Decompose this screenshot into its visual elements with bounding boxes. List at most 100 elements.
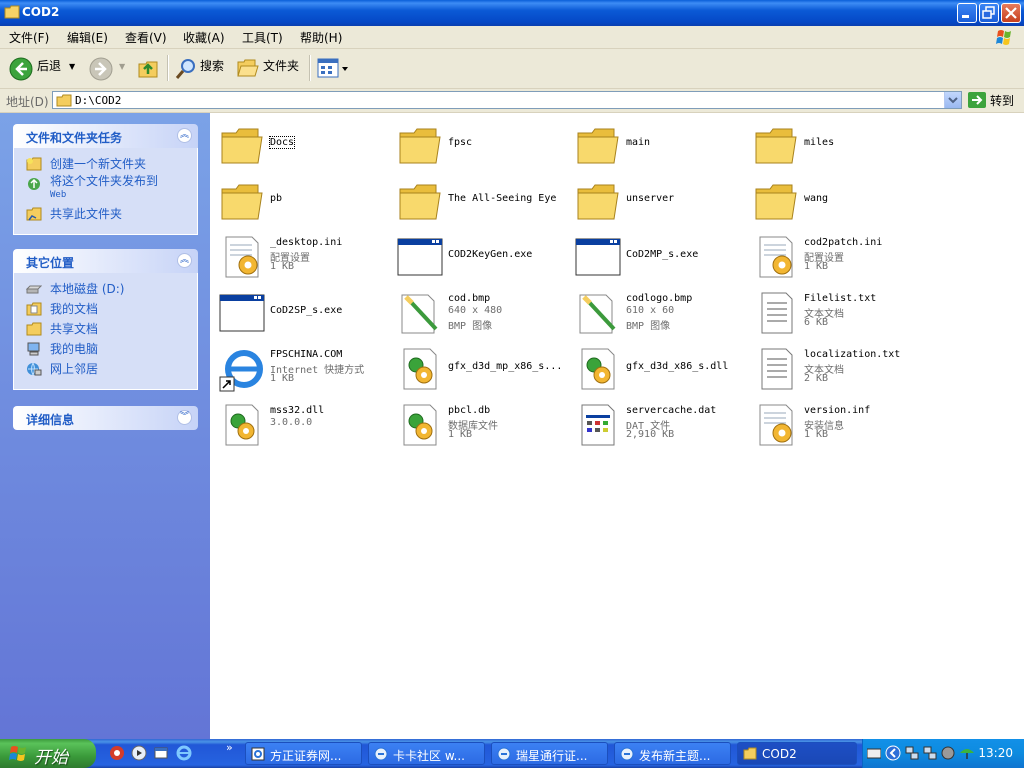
network-connection-icon[interactable] <box>905 746 919 760</box>
places-panel-header[interactable]: 其它位置 ︽ <box>13 249 198 273</box>
antivirus-quicklaunch-icon[interactable] <box>109 745 125 761</box>
file-item[interactable]: version.inf 安装信息 1 KB <box>748 395 926 451</box>
folder-item[interactable]: main <box>570 115 748 171</box>
menu-view[interactable]: 查看(V) <box>125 29 167 46</box>
bitmap-image-icon <box>396 289 444 337</box>
umbrella-icon[interactable] <box>959 745 975 761</box>
file-item[interactable]: gfx_d3d_mp_x86_s... <box>392 339 570 395</box>
place-label: 网上邻居 <box>50 362 99 376</box>
settings-file-icon <box>752 233 800 281</box>
up-folder-icon[interactable] <box>137 56 161 80</box>
go-arrow-icon <box>968 92 986 108</box>
taskbar-item[interactable]: 方正证券网... <box>245 742 362 765</box>
place-my-documents[interactable]: 我的文档 <box>14 299 197 319</box>
title-bar[interactable]: COD2 <box>0 0 1024 26</box>
taskbar-item-label: 发布新主题... <box>639 749 711 763</box>
tasks-panel-header[interactable]: 文件和文件夹任务 ︽ <box>13 124 198 148</box>
file-item[interactable]: servercache.dat DAT 文件 2,910 KB <box>570 395 748 451</box>
address-dropdown-button[interactable] <box>944 92 961 108</box>
file-item[interactable]: CoD2MP_s.exe <box>570 227 748 283</box>
file-item[interactable]: gfx_d3d_x86_s.dll <box>570 339 748 395</box>
task-publish-web[interactable]: 将这个文件夹发布到 Web <box>14 174 197 204</box>
show-desktop-quicklaunch-icon[interactable] <box>153 745 169 761</box>
menu-edit[interactable]: 编辑(E) <box>67 29 108 46</box>
forward-arrow-icon[interactable] <box>89 57 113 81</box>
task-share-folder[interactable]: 共享此文件夹 <box>14 204 197 224</box>
file-item[interactable]: _desktop.ini 配置设置 1 KB <box>214 227 392 283</box>
task-new-folder[interactable]: 创建一个新文件夹 <box>14 154 197 174</box>
internet-explorer-quicklaunch-icon[interactable] <box>176 745 192 761</box>
menu-favorites[interactable]: 收藏(A) <box>183 29 225 46</box>
file-list: Docs fpsc main miles pb The All-Seeing Eye uns… <box>211 113 1024 739</box>
collapse-icon[interactable]: ︽ <box>177 253 192 268</box>
menu-file[interactable]: 文件(F) <box>9 29 49 46</box>
file-item[interactable]: FPSCHINA.COM Internet 快捷方式 1 KB <box>214 339 392 395</box>
media-player-quicklaunch-icon[interactable] <box>131 745 147 761</box>
details-panel-header[interactable]: 详细信息 ︾ <box>13 406 198 430</box>
folders-button[interactable]: 文件夹 <box>263 57 299 74</box>
back-arrow-icon[interactable] <box>9 57 33 81</box>
file-item[interactable]: cod.bmp 640 x 480 BMP 图像 <box>392 283 570 339</box>
place-label: 本地磁盘 (D:) <box>50 282 125 296</box>
taskbar-item[interactable]: 卡卡社区 w... <box>368 742 485 765</box>
minimize-button[interactable] <box>957 3 977 23</box>
taskbar-item-label: 方正证券网... <box>270 749 342 763</box>
place-local-disk[interactable]: 本地磁盘 (D:) <box>14 279 197 299</box>
folder-item[interactable]: pb <box>214 171 392 227</box>
folder-item[interactable]: unserver <box>570 171 748 227</box>
place-network[interactable]: 网上邻居 <box>14 359 197 379</box>
file-name: wang <box>804 193 829 204</box>
file-item[interactable]: mss32.dll 3.0.0.0 <box>214 395 392 451</box>
shared-folder-icon <box>26 322 42 336</box>
search-button[interactable]: 搜索 <box>200 57 224 74</box>
file-item[interactable]: pbcl.db 数据库文件 1 KB <box>392 395 570 451</box>
start-button[interactable]: 开始 <box>0 739 96 768</box>
go-label: 转到 <box>990 94 1015 108</box>
folders-icon[interactable] <box>237 57 259 79</box>
search-icon[interactable] <box>174 57 198 81</box>
forward-dropdown-icon[interactable]: ▼ <box>119 62 125 71</box>
file-size: 6 KB <box>804 317 829 328</box>
file-item[interactable]: COD2KeyGen.exe <box>392 227 570 283</box>
taskbar-item[interactable]: 瑞星通行证... <box>491 742 608 765</box>
close-button[interactable] <box>1001 3 1021 23</box>
folder-item[interactable]: miles <box>748 115 926 171</box>
views-icon[interactable] <box>317 57 351 79</box>
place-my-computer[interactable]: 我的电脑 <box>14 339 197 359</box>
volume-icon[interactable] <box>941 746 955 760</box>
details-panel-title: 详细信息 <box>26 413 75 427</box>
file-item[interactable]: CoD2SP_s.exe <box>214 283 392 339</box>
keyboard-icon[interactable] <box>867 747 881 759</box>
back-dropdown-icon[interactable]: ▼ <box>69 62 75 71</box>
place-shared-documents[interactable]: 共享文档 <box>14 319 197 339</box>
file-size: 2 KB <box>804 373 829 384</box>
address-input[interactable]: D:\COD2 <box>52 91 962 109</box>
file-item[interactable]: Filelist.txt 文本文档 6 KB <box>748 283 926 339</box>
menu-tools[interactable]: 工具(T) <box>242 29 283 46</box>
quicklaunch-chevron-icon[interactable]: » <box>226 741 233 754</box>
file-item[interactable]: localization.txt 文本文档 2 KB <box>748 339 926 395</box>
folder-item[interactable]: The All-Seeing Eye <box>392 171 570 227</box>
tasks-panel: 文件和文件夹任务 ︽ 创建一个新文件夹 将这个文件夹发布到 Web 共享此文件夹 <box>13 124 198 235</box>
file-item[interactable]: cod2patch.ini 配置设置 1 KB <box>748 227 926 283</box>
task-label: 创建一个新文件夹 <box>50 157 147 171</box>
back-button[interactable]: 后退 <box>37 57 61 74</box>
tray-expand-icon[interactable] <box>885 745 901 761</box>
file-item[interactable]: codlogo.bmp 610 x 60 BMP 图像 <box>570 283 748 339</box>
folder-item[interactable]: Docs <box>214 115 392 171</box>
windows-logo-icon <box>996 30 1011 45</box>
share-folder-icon <box>26 207 42 221</box>
file-name: pbcl.db <box>448 405 491 416</box>
task-pane: 文件和文件夹任务 ︽ 创建一个新文件夹 将这个文件夹发布到 Web 共享此文件夹… <box>0 113 210 739</box>
network-connection-icon[interactable] <box>923 746 937 760</box>
expand-icon[interactable]: ︾ <box>177 410 192 425</box>
folder-item[interactable]: fpsc <box>392 115 570 171</box>
file-name: unserver <box>626 193 675 204</box>
menu-help[interactable]: 帮助(H) <box>300 29 342 46</box>
taskbar-item-active[interactable]: COD2 <box>737 742 857 765</box>
taskbar-item[interactable]: 发布新主题... <box>614 742 731 765</box>
collapse-icon[interactable]: ︽ <box>177 128 192 143</box>
file-name: cod2patch.ini <box>804 237 883 248</box>
restore-button[interactable] <box>979 3 999 23</box>
folder-item[interactable]: wang <box>748 171 926 227</box>
